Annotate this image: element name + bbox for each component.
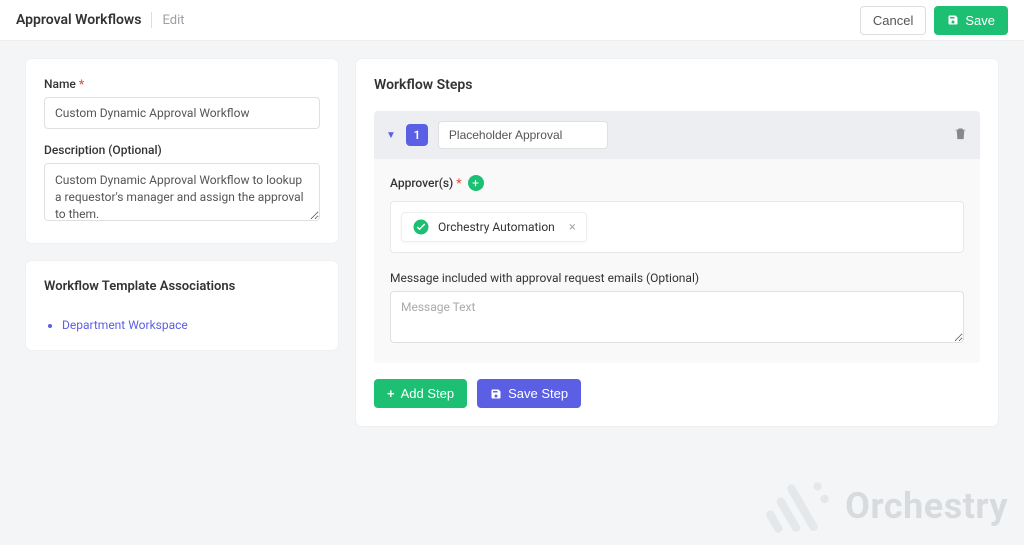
page-title: Approval Workflows: [16, 12, 141, 28]
save-button-label: Save: [965, 13, 995, 28]
message-input[interactable]: [390, 291, 964, 343]
caret-down-icon[interactable]: ▼: [386, 130, 396, 141]
save-step-label: Save Step: [508, 386, 568, 401]
save-step-button[interactable]: Save Step: [477, 379, 581, 408]
plus-icon: +: [387, 386, 395, 401]
approver-chip-label: Orchestry Automation: [438, 220, 555, 234]
step-body: Approver(s) * + Orchestry Automation × M…: [374, 159, 980, 363]
message-label: Message included with approval request e…: [390, 271, 964, 285]
brand-watermark: Orchestry: [763, 471, 1008, 541]
associations-heading: Workflow Template Associations: [44, 279, 320, 294]
remove-approver-icon[interactable]: ×: [569, 220, 576, 235]
details-card: Name * Description (Optional) Custom Dyn…: [26, 59, 338, 243]
approver-chip: Orchestry Automation ×: [401, 212, 587, 242]
cancel-button-label: Cancel: [873, 13, 913, 28]
approvers-container: Orchestry Automation ×: [390, 201, 964, 253]
right-column: Workflow Steps ▼ 1 Approver(s) *: [356, 59, 998, 426]
left-column: Name * Description (Optional) Custom Dyn…: [26, 59, 338, 350]
approvers-label: Approver(s) *: [390, 176, 462, 190]
add-step-label: Add Step: [401, 386, 455, 401]
top-bar: Approval Workflows Edit Cancel Save: [0, 0, 1024, 41]
step-block: ▼ 1 Approver(s) * +: [374, 111, 980, 363]
approvers-label-row: Approver(s) * +: [390, 175, 964, 191]
cancel-button[interactable]: Cancel: [860, 6, 926, 35]
step-number-badge: 1: [406, 124, 428, 146]
content-area: Name * Description (Optional) Custom Dyn…: [0, 41, 1024, 444]
top-bar-left: Approval Workflows Edit: [16, 12, 184, 28]
page-subtitle: Edit: [162, 13, 184, 28]
name-input[interactable]: [44, 97, 320, 129]
association-link[interactable]: Department Workspace: [62, 318, 320, 332]
required-asterisk: *: [79, 77, 84, 91]
name-label: Name *: [44, 77, 320, 91]
divider: [151, 12, 152, 28]
step-name-input[interactable]: [438, 121, 608, 149]
delete-step-icon[interactable]: [953, 126, 968, 145]
associations-card: Workflow Template Associations Departmen…: [26, 261, 338, 350]
workflow-steps-heading: Workflow Steps: [374, 77, 980, 93]
brand-watermark-text: Orchestry: [845, 485, 1008, 527]
save-icon: [947, 14, 959, 26]
brand-watermark-icon: [763, 471, 833, 541]
add-approver-icon[interactable]: +: [468, 175, 484, 191]
workflow-steps-card: Workflow Steps ▼ 1 Approver(s) *: [356, 59, 998, 426]
associations-list: Department Workspace: [44, 318, 320, 332]
step-actions: + Add Step Save Step: [374, 379, 980, 408]
orchestry-logo-icon: [412, 218, 430, 236]
description-label: Description (Optional): [44, 143, 320, 157]
required-asterisk: *: [456, 176, 461, 190]
save-button[interactable]: Save: [934, 6, 1008, 35]
save-icon: [490, 388, 502, 400]
add-step-button[interactable]: + Add Step: [374, 379, 467, 408]
description-input[interactable]: Custom Dynamic Approval Workflow to look…: [44, 163, 320, 221]
step-header: ▼ 1: [374, 111, 980, 159]
top-bar-right: Cancel Save: [860, 6, 1008, 35]
